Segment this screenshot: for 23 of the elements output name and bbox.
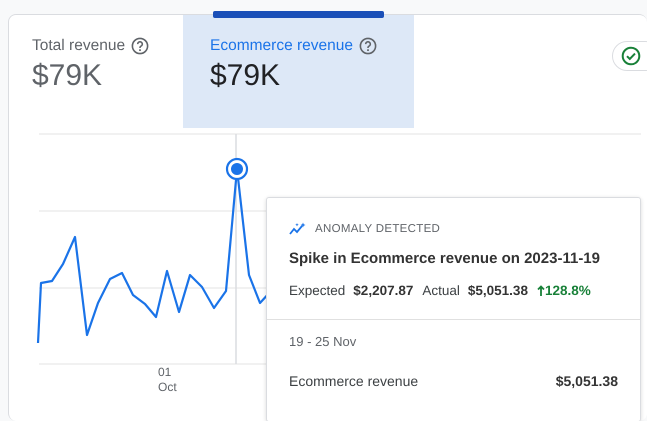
metric-value: $79K [210, 59, 282, 93]
anomaly-marker[interactable] [226, 158, 248, 180]
metric-label: Total revenue [32, 37, 126, 55]
metric-name: Ecommerce revenue [289, 373, 418, 389]
anomaly-label: ANOMALY DETECTED [315, 223, 440, 235]
expected-value: $2,207.87 [353, 283, 414, 298]
help-icon[interactable] [359, 37, 378, 55]
actual-label: Actual [422, 283, 460, 298]
check-circle-icon [621, 46, 641, 66]
status-button[interactable] [612, 41, 647, 71]
change-percent: 128.8% [544, 283, 591, 298]
expected-label: Expected [289, 283, 346, 298]
sparkle-trend-icon [289, 222, 307, 236]
help-icon[interactable] [131, 37, 150, 55]
metric-label: Ecommerce revenue [210, 37, 354, 55]
actual-value: $5,051.38 [468, 283, 528, 298]
anomaly-title: Spike in Ecommerce revenue on 2023-11-19 [289, 250, 601, 267]
date-range: 19 - 25 Nov [289, 334, 358, 349]
up-arrow-icon [536, 284, 545, 296]
metric-value: $79K [32, 59, 104, 93]
metric-tab[interactable]: Total revenue $79K [9, 15, 183, 128]
metric-amount: $5,051.38 [556, 373, 618, 389]
x-axis-label: 01 Oct [158, 365, 177, 394]
